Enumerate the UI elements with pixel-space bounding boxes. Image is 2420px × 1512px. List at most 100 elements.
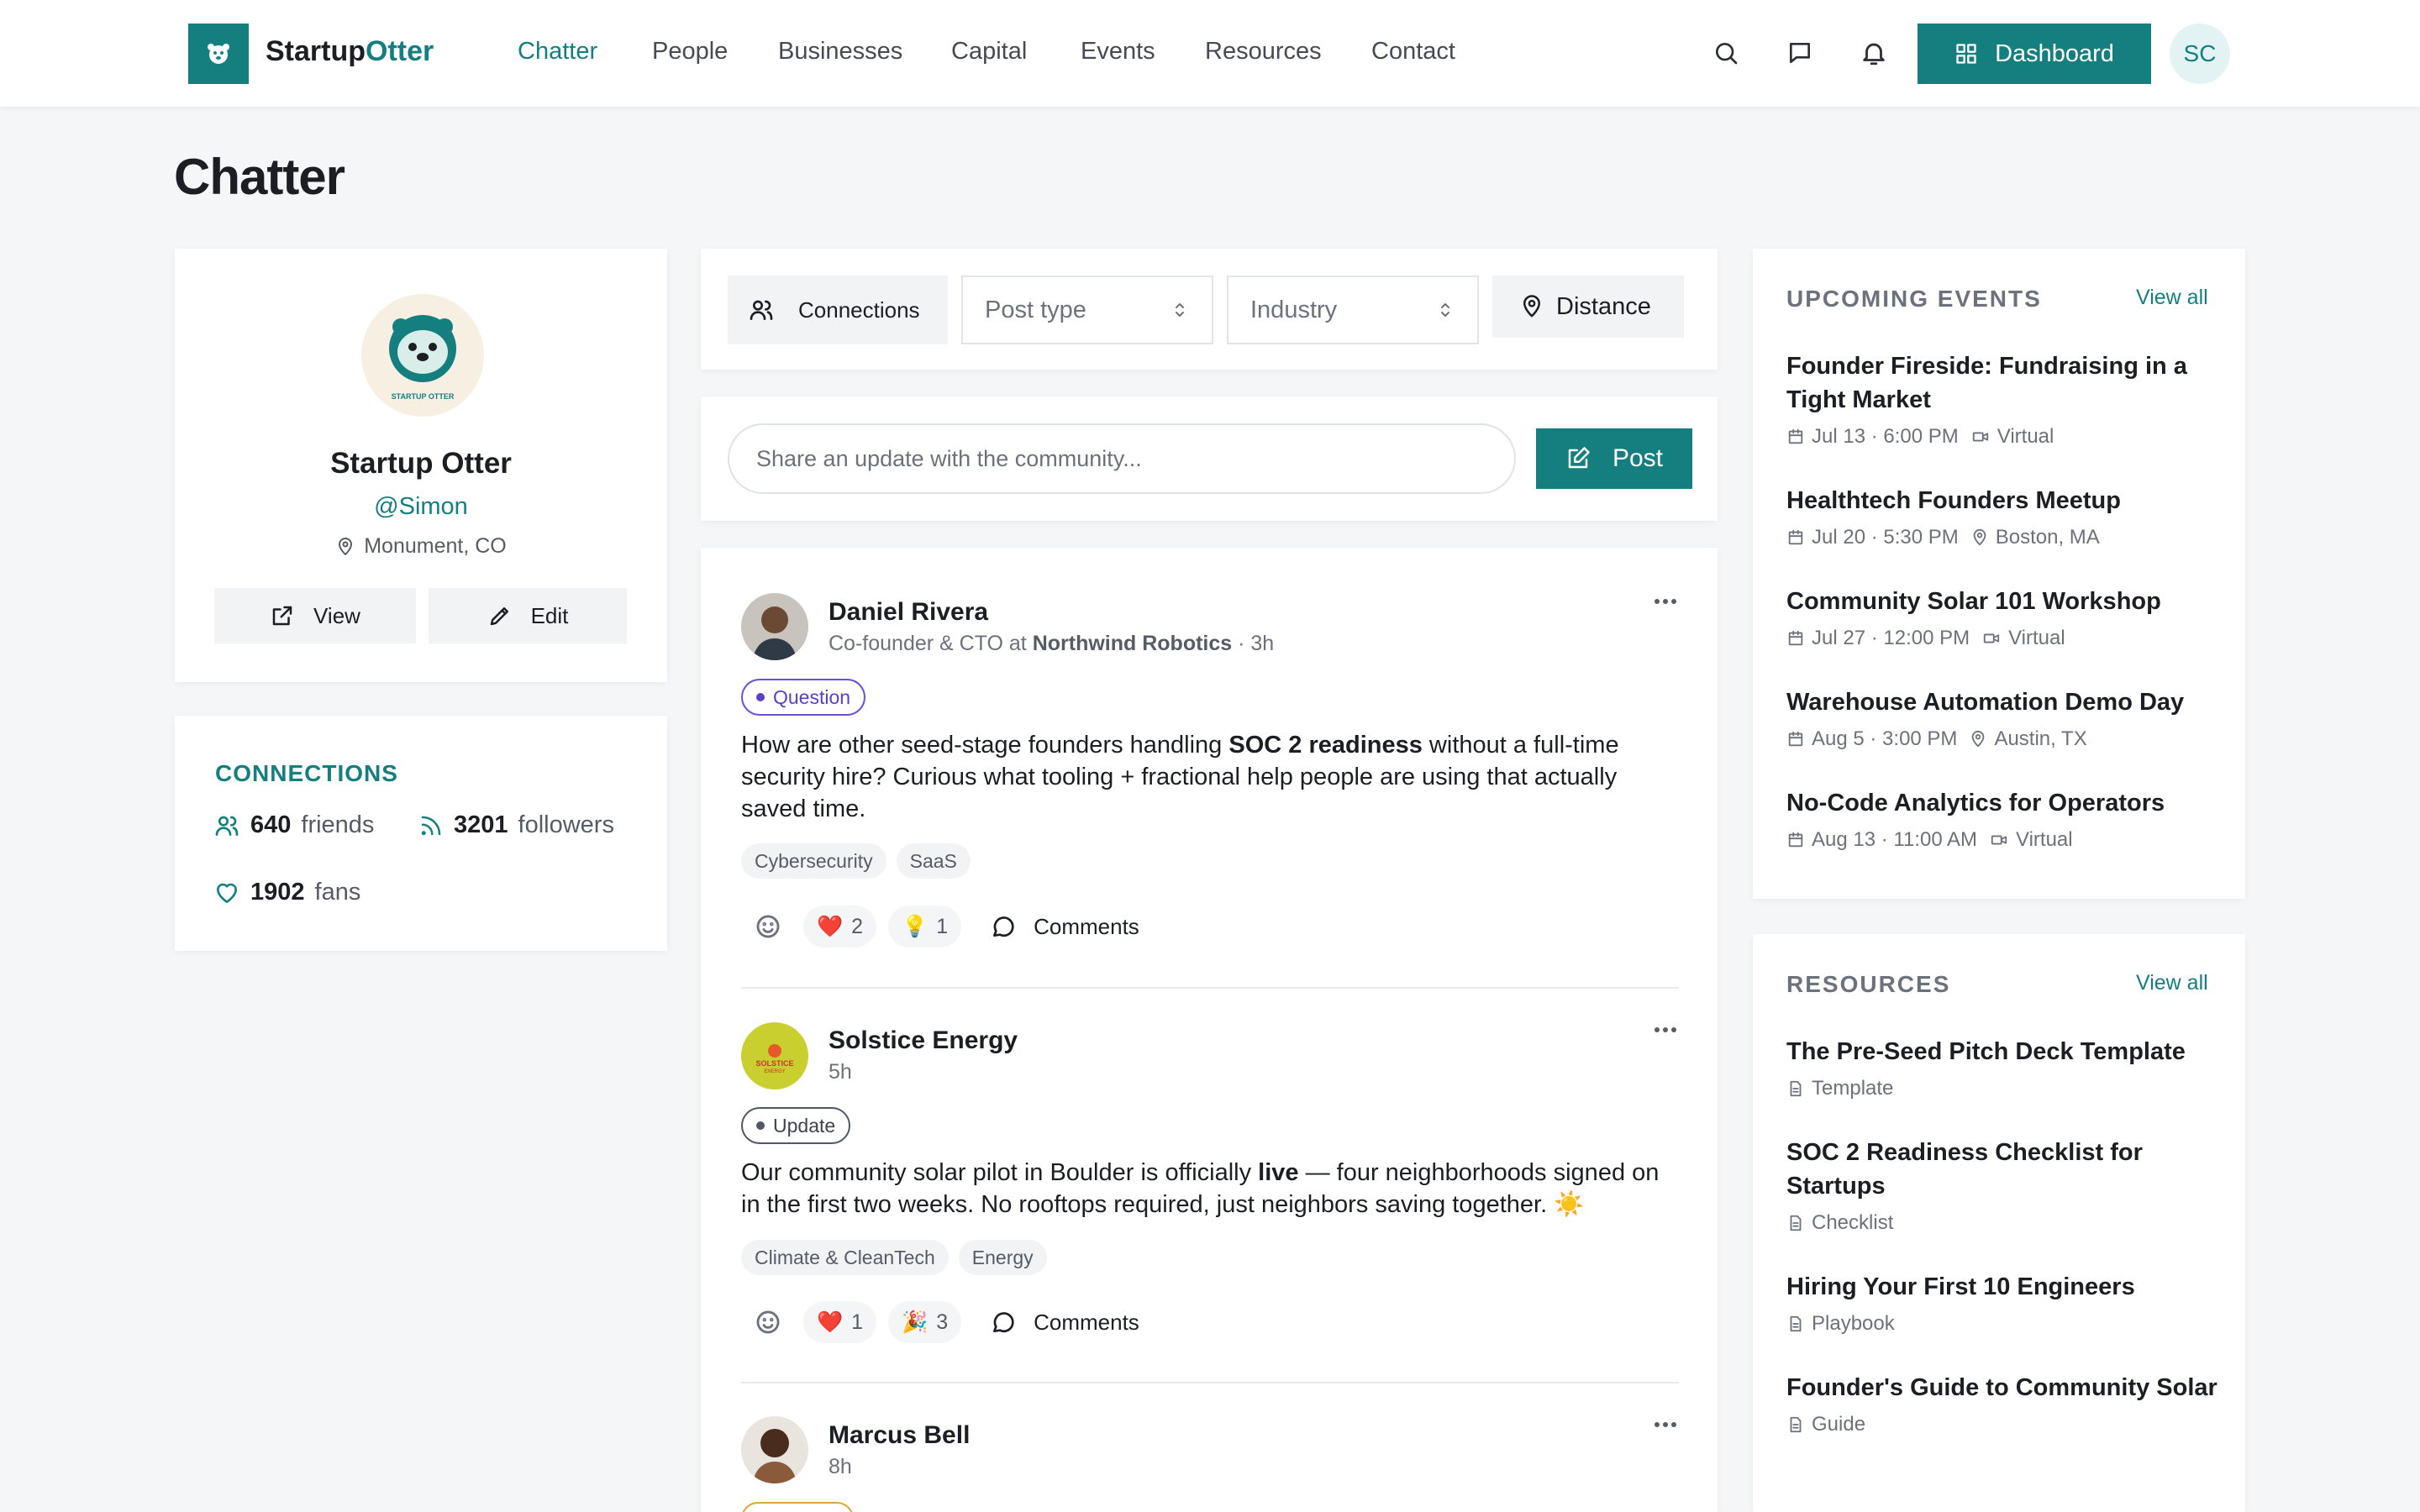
nav-link-chatter[interactable]: Chatter bbox=[518, 38, 597, 66]
event-item[interactable]: Healthtech Founders Meetup Jul 20 · 5:30… bbox=[1786, 484, 2223, 549]
user-avatar[interactable]: SC bbox=[2170, 24, 2230, 84]
svg-text:SOLSTICE: SOLSTICE bbox=[755, 1059, 793, 1068]
event-date: Jul 13 · 6:00 PM bbox=[1812, 425, 1959, 448]
post-author-name[interactable]: Solstice Energy bbox=[829, 1026, 1018, 1055]
post-author-name[interactable]: Daniel Rivera bbox=[829, 598, 988, 627]
badge-dot bbox=[756, 1121, 765, 1130]
tag[interactable]: Climate & CleanTech bbox=[741, 1240, 949, 1275]
nav-link-contact[interactable]: Contact bbox=[1371, 38, 1455, 66]
event-date: Jul 27 · 12:00 PM bbox=[1812, 627, 1970, 649]
resource-title: Hiring Your First 10 Engineers bbox=[1786, 1273, 2135, 1300]
resource-meta: Template bbox=[1786, 1077, 2223, 1100]
event-place: Virtual bbox=[2016, 828, 2073, 851]
reaction-count: 1 bbox=[851, 1310, 864, 1334]
fans-stat[interactable]: 1902 fans bbox=[213, 879, 360, 906]
profile-handle[interactable]: @Simon bbox=[175, 493, 667, 521]
add-reaction-icon[interactable] bbox=[750, 908, 786, 945]
event-meta: Jul 13 · 6:00 PM Virtual bbox=[1786, 425, 2223, 449]
nav-link-people[interactable]: People bbox=[652, 38, 728, 66]
event-meta: Jul 20 · 5:30 PM Boston, MA bbox=[1786, 526, 2223, 549]
brand-name[interactable]: StartupOtter bbox=[266, 35, 434, 68]
location-pin-icon bbox=[339, 537, 353, 555]
edit-profile-button[interactable]: Edit bbox=[429, 588, 627, 643]
reaction-pill[interactable]: ❤️ 2 bbox=[803, 906, 877, 948]
more-options-icon[interactable] bbox=[1649, 593, 1682, 610]
post-button[interactable]: Post bbox=[1536, 428, 1692, 489]
tag[interactable]: Energy bbox=[958, 1240, 1047, 1275]
post-body-bold: live bbox=[1258, 1159, 1299, 1186]
comments-label: Comments bbox=[1034, 913, 1139, 939]
reaction-count: 3 bbox=[936, 1310, 949, 1334]
events-view-all-link[interactable]: View all bbox=[2136, 286, 2208, 310]
followers-stat[interactable]: 3201 followers bbox=[418, 811, 614, 839]
resource-title: SOC 2 Readiness Checklist for Startups bbox=[1786, 1139, 2143, 1200]
edit-label: Edit bbox=[530, 602, 569, 628]
calendar-icon bbox=[1788, 731, 1803, 747]
edit-square-icon bbox=[1568, 447, 1590, 469]
tag[interactable]: Cybersecurity bbox=[741, 843, 886, 879]
reaction-count: 1 bbox=[936, 914, 949, 938]
profile-location-text: Monument, CO bbox=[364, 534, 507, 558]
tag[interactable]: SaaS bbox=[896, 843, 971, 879]
badge-label: Question bbox=[773, 685, 851, 708]
calendar-icon bbox=[1788, 832, 1803, 848]
messages-icon[interactable] bbox=[1785, 38, 1815, 68]
nav-link-events[interactable]: Events bbox=[1081, 38, 1155, 66]
post-author-company[interactable]: Northwind Robotics bbox=[1033, 632, 1232, 655]
event-item[interactable]: Founder Fireside: Fundraising in a Tight… bbox=[1786, 349, 2223, 449]
friends-label: friends bbox=[301, 811, 375, 838]
resource-type: Checklist bbox=[1812, 1211, 1894, 1234]
reaction-pill[interactable]: ❤️ 1 bbox=[803, 1301, 877, 1343]
distance-filter-button[interactable]: Distance bbox=[1492, 276, 1684, 338]
resources-view-all-link[interactable]: View all bbox=[2136, 971, 2208, 995]
comment-icon bbox=[993, 1312, 1014, 1333]
resource-item[interactable]: Hiring Your First 10 Engineers Playbook bbox=[1786, 1270, 2223, 1336]
share-update-input[interactable]: Share an update with the community... bbox=[728, 423, 1516, 494]
brand-name-accent: Otter bbox=[366, 35, 434, 67]
post-type-select[interactable]: Post type bbox=[961, 276, 1213, 344]
industry-select[interactable]: Industry bbox=[1227, 276, 1479, 344]
post-author-name[interactable]: Marcus Bell bbox=[829, 1421, 970, 1450]
bell-icon[interactable] bbox=[1859, 38, 1889, 68]
document-icon bbox=[1790, 1416, 1802, 1433]
view-profile-button[interactable]: View bbox=[214, 588, 416, 643]
nav-link-resources[interactable]: Resources bbox=[1205, 38, 1322, 66]
location-pin-icon bbox=[1973, 528, 1986, 546]
add-reaction-icon[interactable] bbox=[750, 1304, 786, 1341]
event-date: Aug 5 · 3:00 PM bbox=[1812, 727, 1958, 750]
post-author-avatar[interactable]: SOLSTICE ENERGY bbox=[741, 1022, 808, 1089]
comments-label: Comments bbox=[1034, 1309, 1139, 1335]
comments-button[interactable]: Comments bbox=[990, 1309, 1139, 1336]
comments-button[interactable]: Comments bbox=[990, 913, 1139, 940]
search-icon[interactable] bbox=[1711, 38, 1741, 68]
connections-filter-button[interactable]: Connections bbox=[728, 276, 948, 344]
reaction-emoji: 💡 bbox=[902, 914, 929, 938]
event-item[interactable]: Community Solar 101 Workshop Jul 27 · 12… bbox=[1786, 585, 2223, 650]
event-item[interactable]: No-Code Analytics for Operators Aug 13 ·… bbox=[1786, 786, 2223, 852]
resource-item[interactable]: The Pre-Seed Pitch Deck Template Templat… bbox=[1786, 1035, 2223, 1100]
svg-text:ENERGY: ENERGY bbox=[764, 1069, 785, 1074]
more-options-icon[interactable] bbox=[1649, 1416, 1682, 1433]
fans-count: 1902 bbox=[250, 879, 305, 906]
fans-label: fans bbox=[314, 879, 361, 906]
friends-stat[interactable]: 640 friends bbox=[213, 811, 374, 839]
resource-item[interactable]: SOC 2 Readiness Checklist for Startups C… bbox=[1786, 1136, 2223, 1235]
more-options-icon[interactable] bbox=[1649, 1021, 1682, 1038]
svg-text:STARTUP OTTER: STARTUP OTTER bbox=[392, 392, 455, 401]
nav-link-capital[interactable]: Capital bbox=[951, 38, 1027, 66]
brand-logo-icon[interactable] bbox=[188, 24, 249, 84]
resource-item[interactable]: Founder's Guide to Community Solar Guide bbox=[1786, 1371, 2223, 1436]
calendar-icon bbox=[1788, 428, 1803, 444]
reaction-pill[interactable]: 🎉 3 bbox=[888, 1301, 962, 1343]
post-author-avatar[interactable] bbox=[741, 1416, 808, 1483]
event-item[interactable]: Warehouse Automation Demo Day Aug 5 · 3:… bbox=[1786, 685, 2223, 751]
event-place: Austin, TX bbox=[1994, 727, 2087, 750]
reaction-emoji: 🎉 bbox=[902, 1310, 929, 1334]
dashboard-button[interactable]: Dashboard bbox=[1918, 24, 2151, 84]
reaction-pill[interactable]: 💡 1 bbox=[888, 906, 962, 948]
post-label: Post bbox=[1612, 444, 1664, 472]
document-icon bbox=[1790, 1315, 1802, 1332]
post-author-avatar[interactable] bbox=[741, 593, 808, 660]
nav-link-businesses[interactable]: Businesses bbox=[778, 38, 902, 66]
page-title: Chatter bbox=[174, 149, 345, 205]
